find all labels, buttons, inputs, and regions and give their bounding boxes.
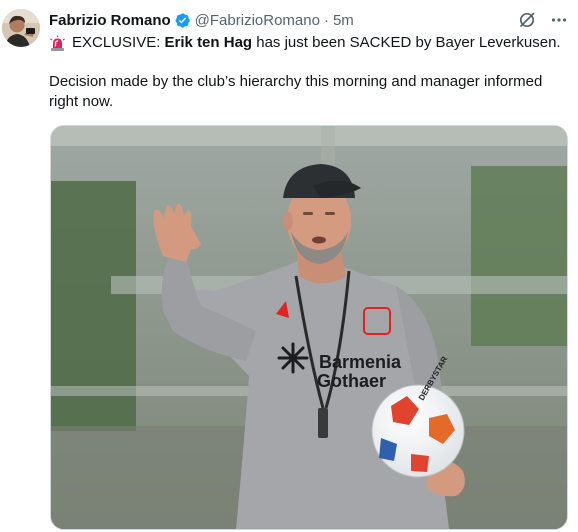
rotating-light-icon: [49, 35, 66, 52]
verified-badge-icon: [174, 12, 191, 29]
tweet-card: Fabrizio Romano @FabrizioRomano · 5m EXC…: [0, 0, 578, 532]
header-actions: [518, 10, 568, 30]
sponsor-line2: Gothaer: [317, 371, 386, 391]
separator: ·: [323, 11, 329, 29]
tweet-body: Decision made by the club’s hierarchy th…: [49, 73, 543, 110]
grok-icon[interactable]: [518, 11, 536, 29]
tweet-headline: EXCLUSIVE: Erik ten Hag has just been SA…: [49, 33, 570, 53]
timestamp[interactable]: 5m: [333, 12, 354, 29]
tweet-headline-text: has just been SACKED by Bayer Leverkusen…: [256, 34, 561, 51]
tweet-header: Fabrizio Romano @FabrizioRomano · 5m: [49, 10, 568, 30]
avatar[interactable]: [2, 9, 40, 47]
tweet-photo[interactable]: Barmenia Gothaer DERBYSTAR: [50, 125, 568, 530]
tweet-prefix: EXCLUSIVE:: [72, 34, 161, 51]
tweet-bold-name: Erik ten Hag: [164, 34, 253, 51]
sponsor-line1: Barmenia: [319, 352, 402, 372]
more-icon[interactable]: [550, 11, 568, 29]
author-handle[interactable]: @FabrizioRomano: [195, 12, 320, 29]
author-name[interactable]: Fabrizio Romano: [49, 12, 171, 29]
